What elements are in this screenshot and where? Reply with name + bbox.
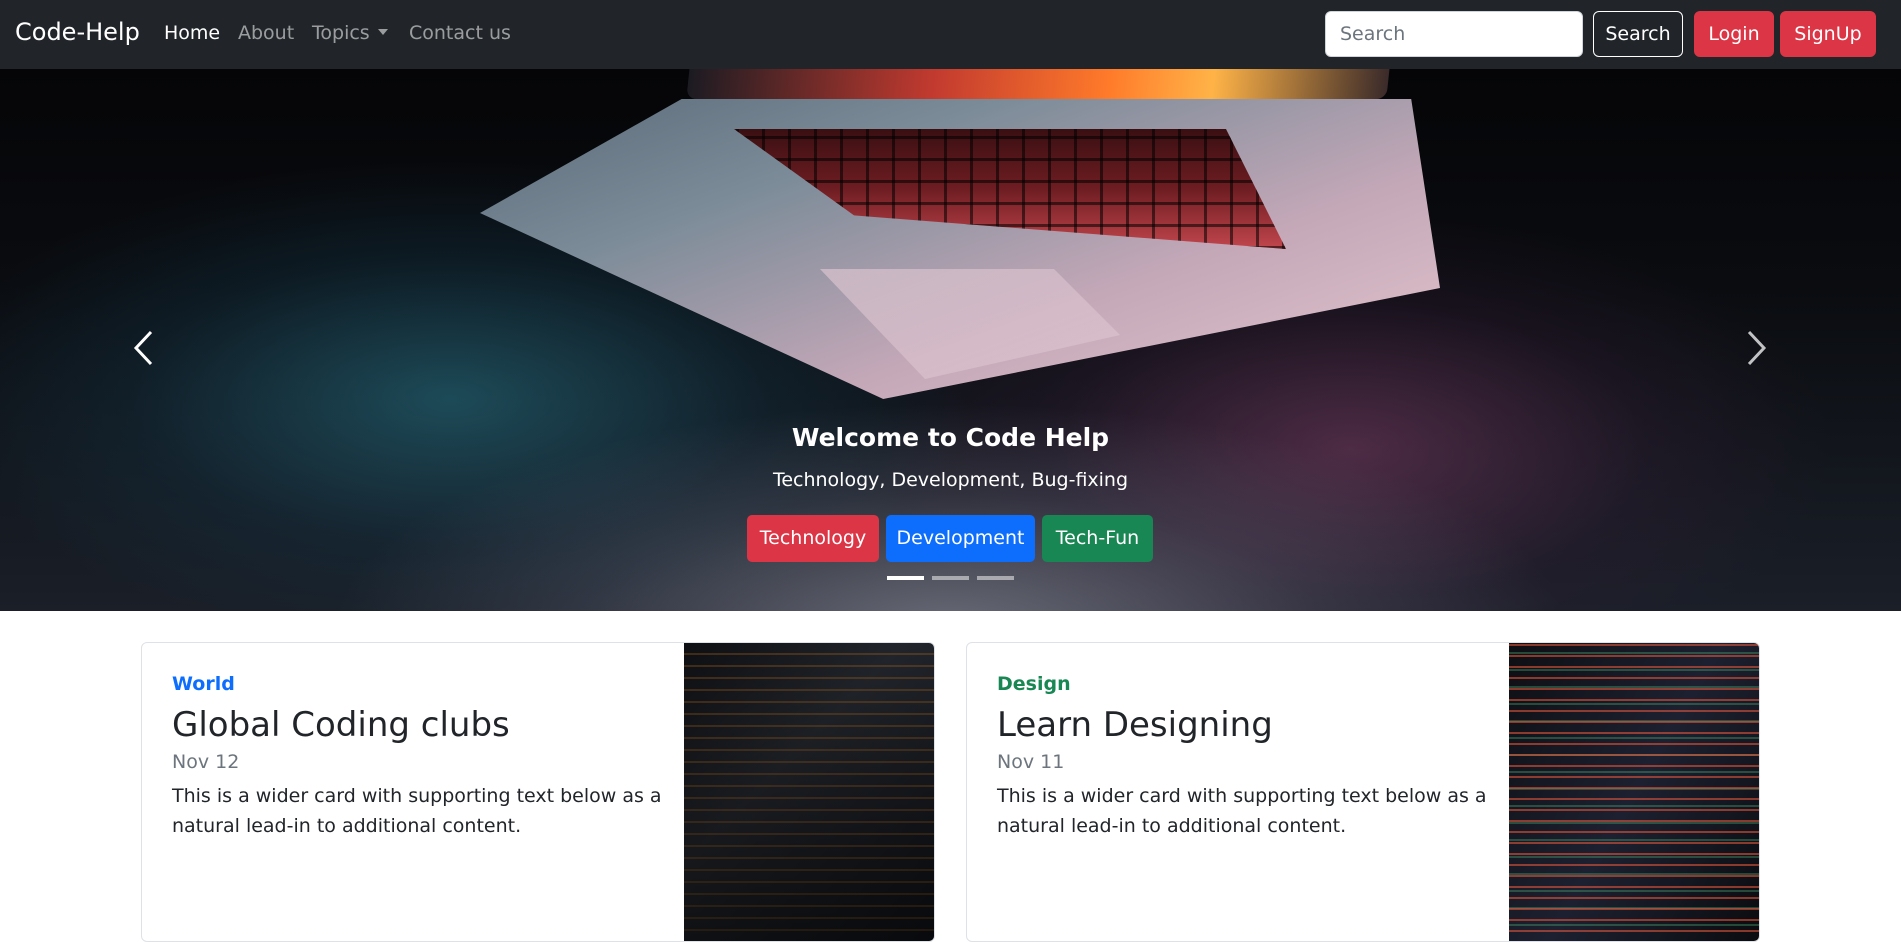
card-date: Nov 12	[172, 751, 240, 773]
card-text: This is a wider card with supporting tex…	[997, 785, 1487, 837]
card-image-code-screen	[1509, 643, 1759, 941]
article-card: Design Learn Designing Nov 11 This is a …	[966, 642, 1760, 942]
caret-down-icon	[377, 29, 388, 35]
carousel-indicator-2[interactable]	[932, 576, 969, 580]
chevron-left-icon	[133, 330, 153, 366]
card-body: World Global Coding clubs Nov 12 This is…	[172, 673, 672, 841]
hero-carousel: Welcome to Code Help Technology, Develop…	[0, 69, 1901, 611]
signup-button[interactable]: SignUp	[1780, 11, 1876, 57]
nav-contact[interactable]: Contact us	[409, 22, 511, 44]
card-title: Learn Designing	[997, 705, 1273, 745]
carousel-next-button[interactable]	[1727, 318, 1787, 378]
card-body: Design Learn Designing Nov 11 This is a …	[997, 673, 1497, 841]
search-input[interactable]	[1325, 11, 1583, 57]
nav-home[interactable]: Home	[164, 22, 220, 44]
card-category: World	[172, 673, 235, 695]
technology-button[interactable]: Technology	[747, 515, 879, 562]
card-date: Nov 11	[997, 751, 1065, 773]
chevron-right-icon	[1747, 330, 1767, 366]
login-button[interactable]: Login	[1694, 11, 1774, 57]
hero-title: Welcome to Code Help	[791, 423, 1110, 452]
nav-about[interactable]: About	[238, 22, 294, 44]
card-image-coding-laptop	[684, 643, 934, 941]
nav-topics-label: Topics	[312, 22, 370, 44]
hero-subtitle: Technology, Development, Bug-fixing	[772, 469, 1129, 491]
laptop-lid	[686, 69, 1394, 99]
card-category: Design	[997, 673, 1071, 695]
carousel-indicator-3[interactable]	[977, 576, 1014, 580]
brand-logo[interactable]: Code-Help	[15, 18, 140, 46]
nav-topics-dropdown[interactable]: Topics	[312, 22, 388, 44]
tech-fun-button[interactable]: Tech-Fun	[1042, 515, 1153, 562]
navbar: Code-Help Home About Topics Contact us S…	[0, 0, 1901, 69]
search-button[interactable]: Search	[1593, 11, 1683, 57]
card-text: This is a wider card with supporting tex…	[172, 785, 662, 837]
card-title: Global Coding clubs	[172, 705, 510, 745]
carousel-indicator-1[interactable]	[887, 576, 924, 580]
article-card: World Global Coding clubs Nov 12 This is…	[141, 642, 935, 942]
carousel-prev-button[interactable]	[113, 318, 173, 378]
development-button[interactable]: Development	[886, 515, 1035, 562]
